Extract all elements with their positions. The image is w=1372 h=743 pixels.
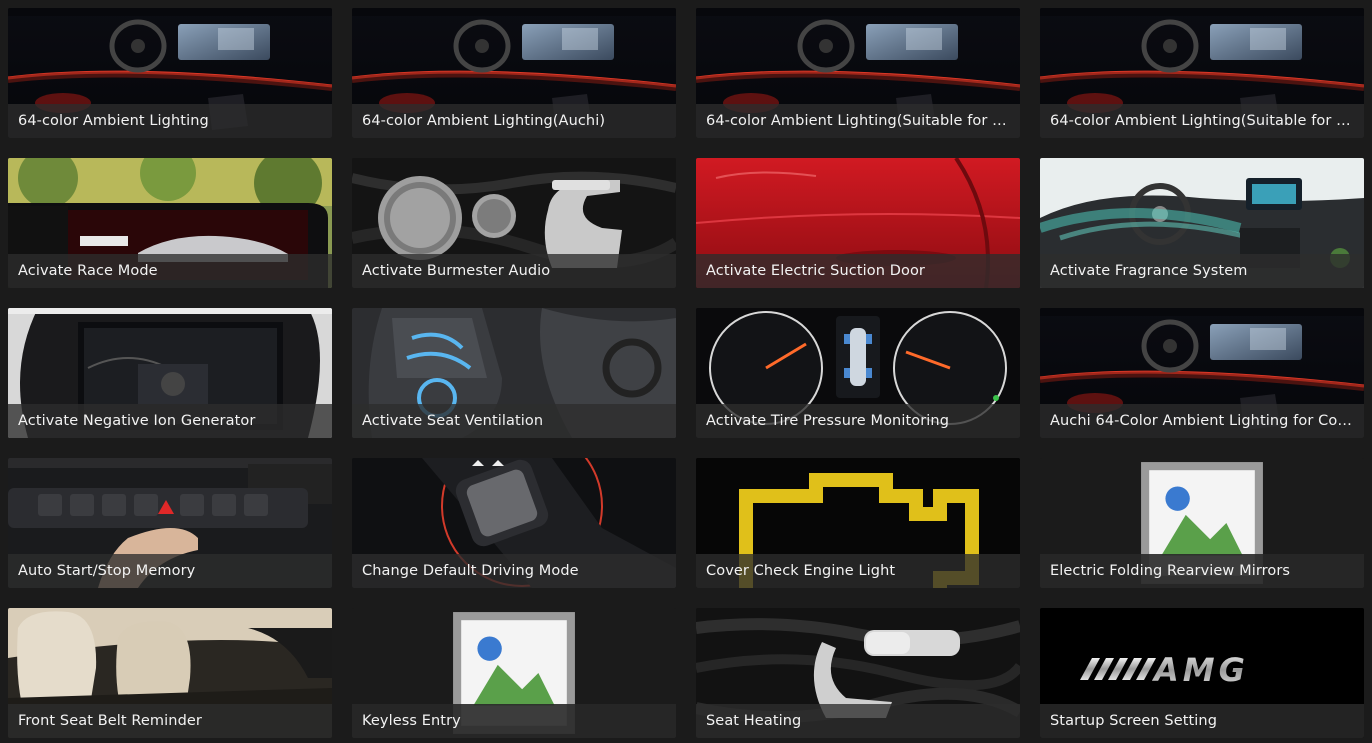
feature-card[interactable]: Auto Start/Stop Memory bbox=[8, 458, 332, 588]
feature-title: Seat Heating bbox=[706, 713, 802, 729]
feature-card[interactable]: Cover Check Engine Light bbox=[696, 458, 1020, 588]
feature-card[interactable]: Activate Electric Suction Door bbox=[696, 158, 1020, 288]
feature-title: Activate Tire Pressure Monitoring bbox=[706, 413, 950, 429]
feature-title: Activate Seat Ventilation bbox=[362, 413, 544, 429]
feature-card[interactable]: Change Default Driving Mode bbox=[352, 458, 676, 588]
feature-title: 64-color Ambient Lighting(Suitable for a… bbox=[706, 113, 1012, 129]
feature-title: Activate Burmester Audio bbox=[362, 263, 551, 279]
feature-card[interactable]: Activate Negative Ion Generator bbox=[8, 308, 332, 438]
feature-title: Electric Folding Rearview Mirrors bbox=[1050, 563, 1291, 579]
feature-card[interactable]: Auchi 64-Color Ambient Lighting for Com.… bbox=[1040, 308, 1364, 438]
feature-title: Acivate Race Mode bbox=[18, 263, 158, 279]
feature-title: Activate Fragrance System bbox=[1050, 263, 1248, 279]
feature-title: Auto Start/Stop Memory bbox=[18, 563, 196, 579]
feature-title: Cover Check Engine Light bbox=[706, 563, 896, 579]
feature-title: Change Default Driving Mode bbox=[362, 563, 579, 579]
feature-title: Auchi 64-Color Ambient Lighting for Com.… bbox=[1050, 413, 1356, 429]
feature-title: 64-color Ambient Lighting(Suitable for H… bbox=[1050, 113, 1356, 129]
feature-title: Startup Screen Setting bbox=[1050, 713, 1218, 729]
feature-card[interactable]: Acivate Race Mode bbox=[8, 158, 332, 288]
feature-grid: 64-color Ambient Lighting 64-color Ambie… bbox=[8, 8, 1364, 738]
feature-card[interactable]: Activate Tire Pressure Monitoring bbox=[696, 308, 1020, 438]
feature-card[interactable]: Activate Fragrance System bbox=[1040, 158, 1364, 288]
feature-card[interactable]: 64-color Ambient Lighting(Suitable for H… bbox=[1040, 8, 1364, 138]
feature-title: Front Seat Belt Reminder bbox=[18, 713, 202, 729]
feature-card[interactable]: 64-color Ambient Lighting(Auchi) bbox=[352, 8, 676, 138]
feature-card[interactable]: 64-color Ambient Lighting bbox=[8, 8, 332, 138]
feature-card[interactable]: Keyless Entry bbox=[352, 608, 676, 738]
amg-logo-text: AMG bbox=[1151, 651, 1249, 689]
feature-title: 64-color Ambient Lighting bbox=[18, 113, 209, 129]
feature-card[interactable]: Activate Burmester Audio bbox=[352, 158, 676, 288]
feature-title: Activate Negative Ion Generator bbox=[18, 413, 256, 429]
feature-title: Keyless Entry bbox=[362, 713, 461, 729]
feature-card[interactable]: Seat Heating bbox=[696, 608, 1020, 738]
feature-card[interactable]: Activate Seat Ventilation bbox=[352, 308, 676, 438]
feature-card[interactable]: Electric Folding Rearview Mirrors bbox=[1040, 458, 1364, 588]
feature-title: Activate Electric Suction Door bbox=[706, 263, 925, 279]
feature-card[interactable]: 64-color Ambient Lighting(Suitable for a… bbox=[696, 8, 1020, 138]
feature-card[interactable]: AMG Startup Screen Setting bbox=[1040, 608, 1364, 738]
feature-card[interactable]: Front Seat Belt Reminder bbox=[8, 608, 332, 738]
feature-title: 64-color Ambient Lighting(Auchi) bbox=[362, 113, 606, 129]
